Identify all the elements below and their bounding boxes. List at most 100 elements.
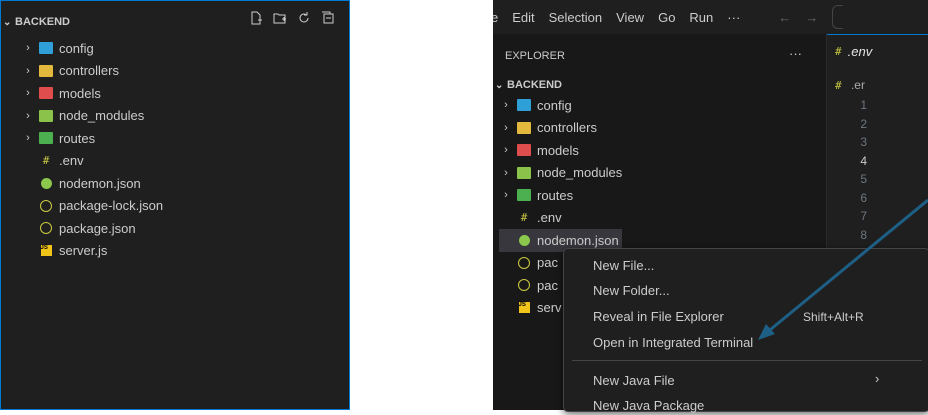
refresh-icon[interactable] xyxy=(297,11,311,25)
tree-item-label: controllers xyxy=(537,120,597,136)
json-file-icon xyxy=(40,222,52,235)
tree-item-nodemon[interactable]: nodemon.json xyxy=(21,172,163,195)
explorer-section-header[interactable]: ⌄ BACKEND xyxy=(493,74,562,96)
explorer-panel-left: ⌄ BACKEND › config › controllers › models ›… xyxy=(0,0,350,410)
tree-item-config[interactable]: › config xyxy=(21,37,163,60)
menu-selection[interactable]: Selection xyxy=(549,10,602,25)
tree-item-package-lock[interactable]: package-lock.json xyxy=(21,195,163,218)
tree-item-label: .env xyxy=(59,153,84,169)
chevron-down-icon[interactable]: ⌄ xyxy=(3,17,15,28)
tree-item-label: pac xyxy=(537,255,558,271)
tree-item-controllers[interactable]: › controllers xyxy=(21,60,163,83)
folder-node-modules-icon xyxy=(39,109,53,122)
menu-item-open-terminal[interactable]: Open in Integrated Terminal xyxy=(593,332,753,352)
tree-item-controllers[interactable]: › controllers xyxy=(499,117,622,140)
tree-item-label: models xyxy=(537,142,579,158)
chevron-right-icon: › xyxy=(504,189,508,202)
menu-item-reveal[interactable]: Reveal in File Explorer xyxy=(593,306,724,326)
editor-tab-env[interactable]: # .env xyxy=(827,34,928,68)
tree-item-label: node_modules xyxy=(59,108,145,124)
more-actions-icon[interactable]: ··· xyxy=(789,46,802,61)
folder-routes-icon xyxy=(517,189,531,202)
menu-item-new-folder[interactable]: New Folder... xyxy=(593,280,670,300)
back-arrow-icon[interactable]: ← xyxy=(778,10,791,25)
menu-item-label: New Java Package xyxy=(593,397,705,413)
folder-models-icon xyxy=(39,87,53,100)
menu-view[interactable]: View xyxy=(616,10,644,25)
menu-item-label: New Java File xyxy=(593,372,675,388)
json-file-icon xyxy=(518,256,530,269)
folder-config-icon xyxy=(517,99,531,112)
tree-item-node-modules[interactable]: › node_modules xyxy=(21,105,163,128)
folder-controllers-icon xyxy=(39,64,53,77)
javascript-file-icon: JS xyxy=(518,302,530,314)
menu-more[interactable]: ··· xyxy=(727,10,740,25)
line-number: 3 xyxy=(860,135,867,149)
tree-item-label: routes xyxy=(59,130,96,146)
tree-item-package[interactable]: package.json xyxy=(21,217,163,240)
chevron-right-icon: › xyxy=(26,42,30,55)
tree-item-label: server.js xyxy=(59,243,108,259)
menu-item-label: New File... xyxy=(593,257,655,273)
menu-run[interactable]: Run xyxy=(689,10,713,25)
line-number: 6 xyxy=(860,190,867,205)
chevron-right-icon: › xyxy=(26,132,30,145)
collapse-all-icon[interactable] xyxy=(321,11,335,25)
chevron-right-icon: › xyxy=(504,166,508,179)
tree-item-label: serv xyxy=(537,300,562,316)
forward-arrow-icon[interactable]: → xyxy=(805,10,818,25)
tree-item-label: nodemon.json xyxy=(59,175,141,191)
menu-item-label: Open in Integrated Terminal xyxy=(593,334,754,350)
line-number: 8 xyxy=(860,227,867,242)
menu-item-new-java-file[interactable]: New Java File xyxy=(593,370,675,390)
folder-title: BACKEND xyxy=(507,79,562,91)
tree-item-label: models xyxy=(59,85,101,101)
new-folder-icon[interactable] xyxy=(273,11,287,25)
tree-item-label: package.json xyxy=(59,220,136,236)
breadcrumb[interactable]: # .er xyxy=(835,78,865,92)
tree-item-label: .env xyxy=(537,210,562,226)
new-file-icon[interactable] xyxy=(249,11,263,25)
env-file-icon: # xyxy=(520,211,528,225)
tree-item-label: pac xyxy=(537,277,558,293)
tree-item-label: config xyxy=(59,40,94,56)
explorer-title: EXPLORER xyxy=(505,50,565,62)
line-number: 5 xyxy=(860,172,867,186)
tree-item-routes[interactable]: › routes xyxy=(499,184,622,207)
chevron-right-icon: › xyxy=(504,99,508,112)
menu-item-label: New Folder... xyxy=(593,282,670,298)
tree-item-routes[interactable]: › routes xyxy=(21,127,163,150)
keyboard-shortcut: Shift+Alt+R xyxy=(803,310,864,324)
json-file-icon xyxy=(518,279,530,292)
tree-item-server[interactable]: JS server.js xyxy=(21,240,163,263)
menu-separator xyxy=(572,360,922,361)
tree-item-env[interactable]: # .env xyxy=(21,150,163,173)
tree-item-node-modules[interactable]: › node_modules xyxy=(499,162,622,185)
tree-item-config[interactable]: › config xyxy=(499,94,622,117)
chevron-down-icon[interactable]: ⌄ xyxy=(495,80,507,91)
javascript-file-icon: JS xyxy=(40,245,52,257)
chevron-right-icon: › xyxy=(504,144,508,157)
menu-go[interactable]: Go xyxy=(658,10,675,25)
tree-item-models[interactable]: › models xyxy=(21,82,163,105)
folder-config-icon xyxy=(39,42,53,55)
tree-item-label: config xyxy=(537,97,572,113)
line-number-active: 4 xyxy=(860,153,867,168)
menu-item-new-java-package[interactable]: New Java Package xyxy=(593,395,704,415)
tree-item-label: package-lock.json xyxy=(59,198,164,214)
menu-item-new-file[interactable]: New File... xyxy=(593,255,654,275)
folder-controllers-icon xyxy=(517,121,531,134)
menu-edit[interactable]: Edit xyxy=(512,10,534,25)
line-number: 7 xyxy=(860,209,867,223)
json-file-icon xyxy=(40,199,52,212)
nodemon-icon xyxy=(518,234,530,246)
tree-item-models[interactable]: › models xyxy=(499,139,622,162)
explorer-section-header[interactable]: ⌄ BACKEND xyxy=(1,11,70,33)
explorer-actions xyxy=(249,11,335,25)
menu-item-label: Reveal in File Explorer xyxy=(593,308,724,324)
command-center-search[interactable] xyxy=(832,5,844,29)
tree-item-label: node_modules xyxy=(537,165,623,181)
tree-item-env[interactable]: # .env xyxy=(499,207,622,230)
context-menu: New File... New Folder... Reveal in File… xyxy=(563,248,928,415)
menu-file-partial[interactable]: e xyxy=(493,10,498,25)
